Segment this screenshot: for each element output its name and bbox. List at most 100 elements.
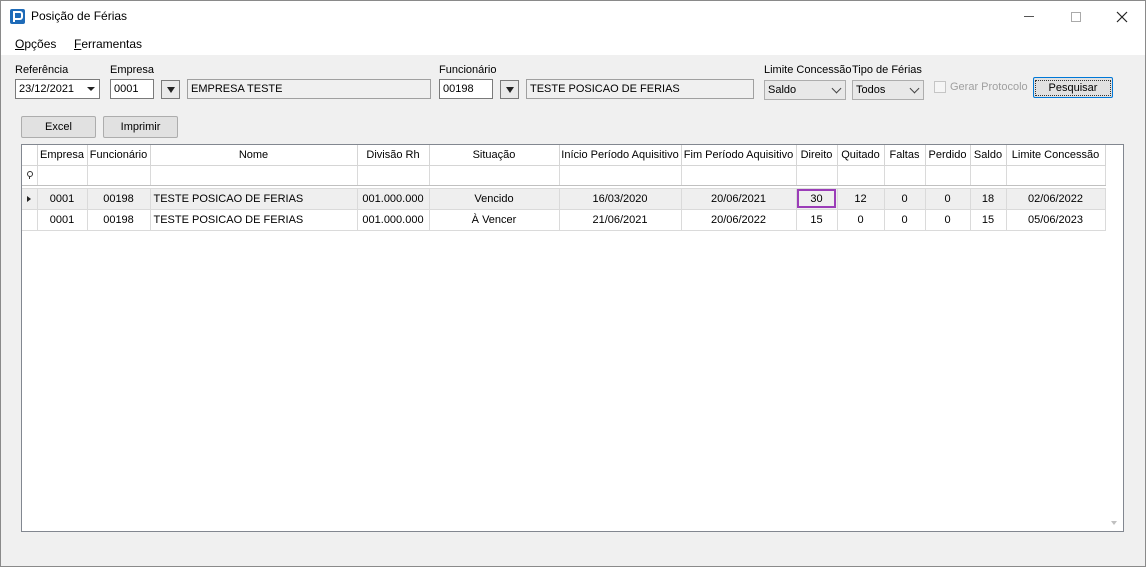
tipo-ferias-select[interactable]: Todos — [852, 80, 924, 100]
table-cell[interactable]: 00198 — [87, 188, 151, 210]
title-bar: Posição de Férias — [1, 1, 1145, 32]
limite-concessao-value: Saldo — [768, 84, 797, 96]
menu-opcoes[interactable]: Opções — [15, 37, 56, 51]
tipo-ferias-value: Todos — [856, 84, 886, 96]
filter-cell[interactable] — [1006, 165, 1106, 186]
maximize-icon — [1071, 11, 1081, 22]
table-cell[interactable]: 12 — [837, 188, 885, 210]
table-cell[interactable]: 0001 — [37, 188, 88, 210]
focused-cell[interactable]: 30 — [796, 188, 838, 210]
empresa-name-field: EMPRESA TESTE — [187, 79, 431, 99]
table-cell[interactable]: 20/06/2021 — [681, 188, 797, 210]
pin-icon — [26, 171, 33, 179]
table-cell[interactable]: 0 — [837, 209, 885, 231]
table-cell[interactable]: 0 — [884, 209, 926, 231]
app-logo-icon — [10, 9, 25, 24]
funcionario-name-field: TESTE POSICAO DE FERIAS — [526, 79, 754, 99]
column-header[interactable]: Perdido — [925, 145, 971, 166]
table-cell[interactable]: 0001 — [37, 209, 88, 231]
table-cell[interactable]: 20/06/2022 — [681, 209, 797, 231]
table-cell[interactable]: 16/03/2020 — [559, 188, 682, 210]
table-row[interactable]: 0001 00198 TESTE POSICAO DE FERIAS 001.0… — [22, 209, 1106, 231]
funcionario-code-input[interactable]: 00198 — [439, 79, 493, 99]
column-header[interactable]: Início Período Aquisitivo — [559, 145, 682, 166]
scroll-down-arrow-icon[interactable] — [1111, 521, 1117, 525]
gerar-protocolo-checkbox[interactable]: Gerar Protocolo — [934, 81, 1028, 93]
filter-cell[interactable] — [357, 165, 430, 186]
filter-cell[interactable] — [429, 165, 560, 186]
table-cell[interactable]: 00198 — [87, 209, 151, 231]
table-cell[interactable]: 0 — [925, 188, 971, 210]
table-row[interactable]: 0001 00198 TESTE POSICAO DE FERIAS 001.0… — [22, 188, 1106, 210]
table-cell[interactable]: À Vencer — [429, 209, 560, 231]
column-header[interactable]: Quitado — [837, 145, 885, 166]
ferias-grid[interactable]: Empresa Funcionário Nome Divisão Rh Situ… — [21, 144, 1124, 532]
table-cell[interactable]: TESTE POSICAO DE FERIAS — [150, 188, 358, 210]
table-cell[interactable]: 02/06/2022 — [1006, 188, 1106, 210]
chevron-down-icon — [87, 87, 95, 91]
referencia-date-picker[interactable]: 23/12/2021 — [15, 79, 100, 99]
ferias-table: Empresa Funcionário Nome Divisão Rh Situ… — [22, 145, 1106, 231]
column-header[interactable]: Saldo — [970, 145, 1007, 166]
filter-cell[interactable] — [87, 165, 151, 186]
table-cell[interactable]: 21/06/2021 — [559, 209, 682, 231]
row-indicator[interactable] — [22, 209, 38, 231]
window-title: Posição de Férias — [31, 9, 128, 23]
table-cell[interactable]: 0 — [925, 209, 971, 231]
filter-row — [22, 165, 1106, 186]
maximize-button[interactable] — [1053, 1, 1099, 32]
column-header[interactable]: Divisão Rh — [357, 145, 430, 166]
pesquisar-button[interactable]: Pesquisar — [1033, 77, 1113, 98]
limite-concessao-select[interactable]: Saldo — [764, 80, 846, 100]
filter-cell[interactable] — [559, 165, 682, 186]
column-header[interactable]: Faltas — [884, 145, 926, 166]
table-cell[interactable]: 15 — [970, 209, 1007, 231]
filter-cell[interactable] — [37, 165, 88, 186]
menu-ferramentas[interactable]: Ferramentas — [74, 37, 142, 51]
current-row-icon — [27, 195, 32, 202]
empresa-lookup-button[interactable] — [161, 80, 180, 99]
column-header[interactable]: Fim Período Aquisitivo — [681, 145, 797, 166]
posicao-ferias-window: Posição de Férias Opções Ferramentas Ref… — [0, 0, 1146, 567]
table-cell[interactable]: 001.000.000 — [357, 209, 430, 231]
imprimir-button[interactable]: Imprimir — [103, 116, 178, 138]
table-cell[interactable]: 05/06/2023 — [1006, 209, 1106, 231]
table-cell[interactable]: Vencido — [429, 188, 560, 210]
checkbox-box — [934, 81, 946, 93]
excel-button[interactable]: Excel — [21, 116, 96, 138]
filter-cell[interactable] — [681, 165, 797, 186]
vertical-scrollbar[interactable] — [1106, 145, 1123, 531]
column-header[interactable]: Situação — [429, 145, 560, 166]
filter-cell[interactable] — [884, 165, 926, 186]
grid-header-row: Empresa Funcionário Nome Divisão Rh Situ… — [22, 145, 1106, 166]
table-cell[interactable]: TESTE POSICAO DE FERIAS — [150, 209, 358, 231]
column-header[interactable]: Empresa — [37, 145, 88, 166]
menu-opcoes-mnemonic: O — [15, 37, 25, 51]
column-header[interactable]: Direito — [796, 145, 838, 166]
column-header[interactable]: Nome — [150, 145, 358, 166]
pesquisar-label: Pesquisar — [1034, 79, 1112, 96]
minimize-button[interactable] — [1006, 1, 1052, 32]
menu-ferramentas-label: erramentas — [81, 37, 143, 51]
table-cell[interactable]: 0 — [884, 188, 926, 210]
filter-cell[interactable] — [970, 165, 1007, 186]
row-indicator[interactable] — [22, 188, 38, 210]
minimize-icon — [1024, 16, 1034, 17]
column-header[interactable]: Funcionário — [87, 145, 151, 166]
filter-cell[interactable] — [150, 165, 358, 186]
empresa-code-input[interactable]: 0001 — [110, 79, 154, 99]
funcionario-lookup-button[interactable] — [500, 80, 519, 99]
filter-cell[interactable] — [796, 165, 838, 186]
column-header[interactable]: Limite Concessão — [1006, 145, 1106, 166]
filter-row-indicator — [22, 165, 38, 186]
filter-cell[interactable] — [925, 165, 971, 186]
table-cell[interactable]: 18 — [970, 188, 1007, 210]
empresa-label: Empresa — [110, 64, 155, 76]
close-button[interactable] — [1099, 1, 1145, 32]
filter-cell[interactable] — [837, 165, 885, 186]
table-cell[interactable]: 15 — [796, 209, 838, 231]
funcionario-label: Funcionário — [439, 64, 497, 76]
limite-concessao-label: Limite Concessão — [764, 64, 852, 76]
table-cell[interactable]: 001.000.000 — [357, 188, 430, 210]
menu-opcoes-label: pções — [24, 37, 57, 51]
